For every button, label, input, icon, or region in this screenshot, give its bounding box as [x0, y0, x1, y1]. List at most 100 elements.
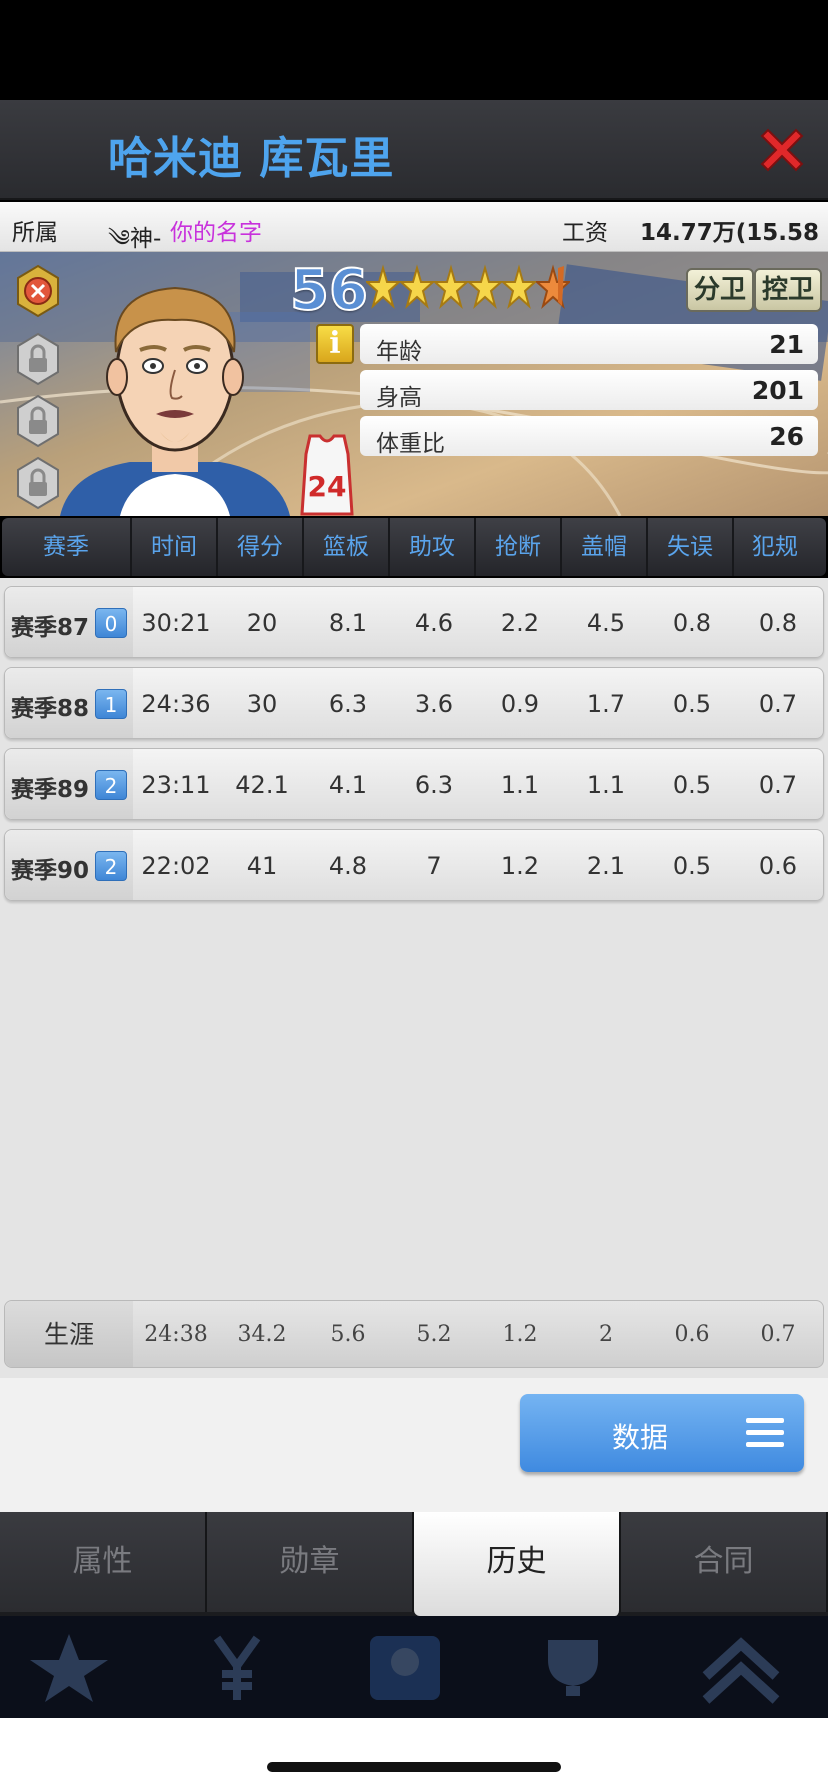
player-rating: 56: [289, 257, 369, 324]
cell-fouls: 0.7: [758, 690, 798, 718]
column-header: 犯规: [752, 534, 798, 560]
stat-value: 21: [769, 330, 804, 359]
star-icon: [502, 264, 536, 309]
cell-turnovers: 0.5: [672, 690, 712, 718]
season-name: 赛季90: [11, 858, 90, 884]
locked-slot-icon[interactable]: [14, 332, 62, 386]
player-name: 哈米迪 库瓦里: [108, 133, 395, 184]
cell-points: 41: [246, 852, 278, 880]
cell-points: 30: [246, 690, 278, 718]
cell-steals: 1.2: [500, 852, 540, 880]
cell-rebounds: 4.8: [328, 852, 368, 880]
info-icon[interactable]: i: [316, 324, 354, 364]
currency-icon: [213, 1635, 261, 1700]
history-table-header: 赛季 时间 得分 篮板 助攻 抢断 盖帽 失误 犯规: [2, 518, 826, 576]
stat-label: 身高: [376, 385, 422, 411]
owner-bar: 所属 ༄神- 你的名字 工资 14.77万(15.58万): [0, 202, 828, 280]
season-cell: 赛季89 2: [5, 749, 133, 819]
cell-turnovers: 0.8: [672, 609, 712, 637]
cell-points: 42.1: [235, 771, 289, 799]
cell-blocks: 2.1: [586, 852, 626, 880]
tab-medals[interactable]: 勋章: [207, 1512, 414, 1612]
home-indicator[interactable]: [267, 1762, 561, 1772]
owner-name[interactable]: 你的名字: [170, 213, 262, 247]
column-header: 得分: [218, 518, 304, 576]
trophy-icon: [548, 1640, 598, 1696]
action-bar: 数据: [0, 1378, 828, 1512]
star-icon: [400, 264, 434, 309]
season-cell: 赛季87 0: [5, 587, 133, 657]
season-cell: 赛季90 2: [5, 830, 133, 900]
season-level-badge: 2: [95, 770, 127, 800]
menu-icon: [746, 1418, 784, 1448]
position-badge: 控卫: [754, 268, 823, 312]
column-header: 盖帽: [562, 518, 648, 576]
star-icon: [468, 264, 502, 309]
jersey-icon: 24: [300, 434, 354, 516]
cell-time: 30:21: [141, 609, 211, 637]
locked-slot-icon[interactable]: [14, 456, 62, 510]
stat-label: 年龄: [376, 339, 422, 365]
cell-turnovers: 0.5: [672, 852, 712, 880]
cell-blocks: 4.5: [586, 609, 626, 637]
dialog-header: 哈米迪 库瓦里: [0, 100, 828, 200]
cell-assists: 6.3: [414, 771, 454, 799]
season-cell: 赛季88 1: [5, 668, 133, 738]
season-level-badge: 1: [95, 689, 127, 719]
cell-fouls: 0.7: [758, 771, 798, 799]
cell-time: 24:36: [141, 690, 211, 718]
cell-blocks: 1.1: [586, 771, 626, 799]
cell-steals: 0.9: [500, 690, 540, 718]
star-icon: [30, 1634, 108, 1702]
season-level-badge: 2: [95, 851, 127, 881]
column-header: 篮板: [304, 518, 390, 576]
cell-time: 23:11: [141, 771, 211, 799]
stat-value: 201: [751, 376, 804, 405]
locked-slot-icon[interactable]: [14, 394, 62, 448]
stat-value: 26: [769, 422, 804, 451]
stat-weight-ratio: 体重比 26: [360, 416, 818, 457]
star-rating: [366, 262, 570, 314]
tab-history[interactable]: 历史: [414, 1512, 621, 1616]
cell-rebounds: 8.1: [328, 609, 368, 637]
career-label: 生涯: [5, 1301, 133, 1367]
stat-height: 身高 201: [360, 370, 818, 411]
cell-assists: 7: [426, 852, 442, 880]
cell-rebounds: 4.1: [328, 771, 368, 799]
owner-label: 所属: [12, 220, 58, 246]
cell-steals: 1.1: [500, 771, 540, 799]
player-avatar: [60, 286, 290, 516]
table-row: 赛季88 1 24:36 30 6.3 3.6 0.9 1.7 0.5 0.7: [4, 667, 824, 739]
career-cell: 0.6: [674, 1322, 710, 1347]
data-button-label: 数据: [612, 1421, 669, 1454]
data-button[interactable]: 数据: [520, 1394, 804, 1472]
close-icon[interactable]: [752, 120, 812, 180]
season-name: 赛季87: [11, 615, 90, 641]
cell-fouls: 0.6: [758, 852, 798, 880]
status-bar-area: [0, 0, 828, 100]
stat-label: 体重比: [376, 431, 445, 457]
column-header: 时间: [132, 518, 218, 576]
game-dock-background: [0, 1616, 828, 1718]
player-profile: 24 56 分卫 控卫 i 年龄 21 身高 201 体重比 26: [0, 252, 828, 516]
tab-contract[interactable]: 合同: [621, 1512, 828, 1612]
team-icon: [370, 1636, 440, 1700]
column-header: 赛季: [2, 518, 132, 576]
career-cell: 5.6: [330, 1322, 366, 1347]
career-row: 生涯 24:38 34.2 5.6 5.2 1.2 2 0.6 0.7: [4, 1300, 824, 1368]
column-header: 助攻: [390, 518, 476, 576]
bottom-tab-bar: 属性 勋章 历史 合同: [0, 1512, 828, 1616]
career-cell: 5.2: [416, 1322, 452, 1347]
medal-slot-icon[interactable]: [14, 264, 62, 318]
tab-attributes[interactable]: 属性: [0, 1512, 207, 1612]
career-cell: 2: [599, 1322, 613, 1347]
career-cell: 24:38: [144, 1322, 208, 1347]
chevron-up-icon: [702, 1637, 780, 1704]
season-name: 赛季88: [11, 696, 90, 722]
star-icon: [366, 264, 400, 309]
career-cell: 0.7: [760, 1322, 796, 1347]
cell-steals: 2.2: [500, 609, 540, 637]
column-header: 抢断: [476, 518, 562, 576]
star-icon: [434, 264, 468, 309]
half-star-icon: [536, 264, 570, 309]
